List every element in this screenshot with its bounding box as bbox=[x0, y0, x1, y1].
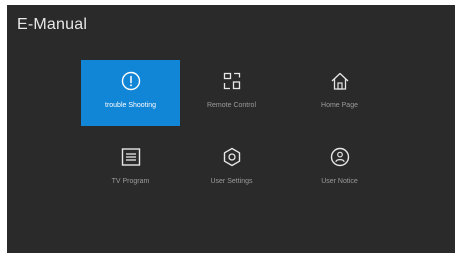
alert-circle-icon bbox=[120, 70, 142, 92]
menu-item-remote-control[interactable]: Remote Control bbox=[182, 60, 281, 126]
menu-item-label: User Settings bbox=[210, 178, 253, 185]
menu-item-label: User Notice bbox=[321, 178, 358, 185]
menu-item-label: Home Page bbox=[321, 102, 358, 109]
menu-item-user-settings[interactable]: User Settings bbox=[182, 136, 281, 202]
menu-item-trouble-shooting[interactable]: trouble Shooting bbox=[81, 60, 180, 126]
e-manual-screen: E-Manual trouble Shooting Remote Control bbox=[7, 5, 455, 253]
page-title: E-Manual bbox=[17, 16, 88, 33]
tv-program-icon bbox=[120, 146, 142, 168]
settings-hexagon-icon bbox=[221, 146, 243, 168]
menu-item-label: TV Program bbox=[111, 178, 150, 185]
menu-item-tv-program[interactable]: TV Program bbox=[81, 136, 180, 202]
menu-item-home-page[interactable]: Home Page bbox=[290, 60, 389, 126]
home-icon bbox=[329, 70, 351, 92]
menu-item-user-notice[interactable]: User Notice bbox=[290, 136, 389, 202]
remote-control-icon bbox=[221, 70, 243, 92]
menu-item-label: Remote Control bbox=[206, 102, 257, 109]
user-notice-icon bbox=[329, 146, 351, 168]
menu-item-label: trouble Shooting bbox=[105, 102, 156, 109]
